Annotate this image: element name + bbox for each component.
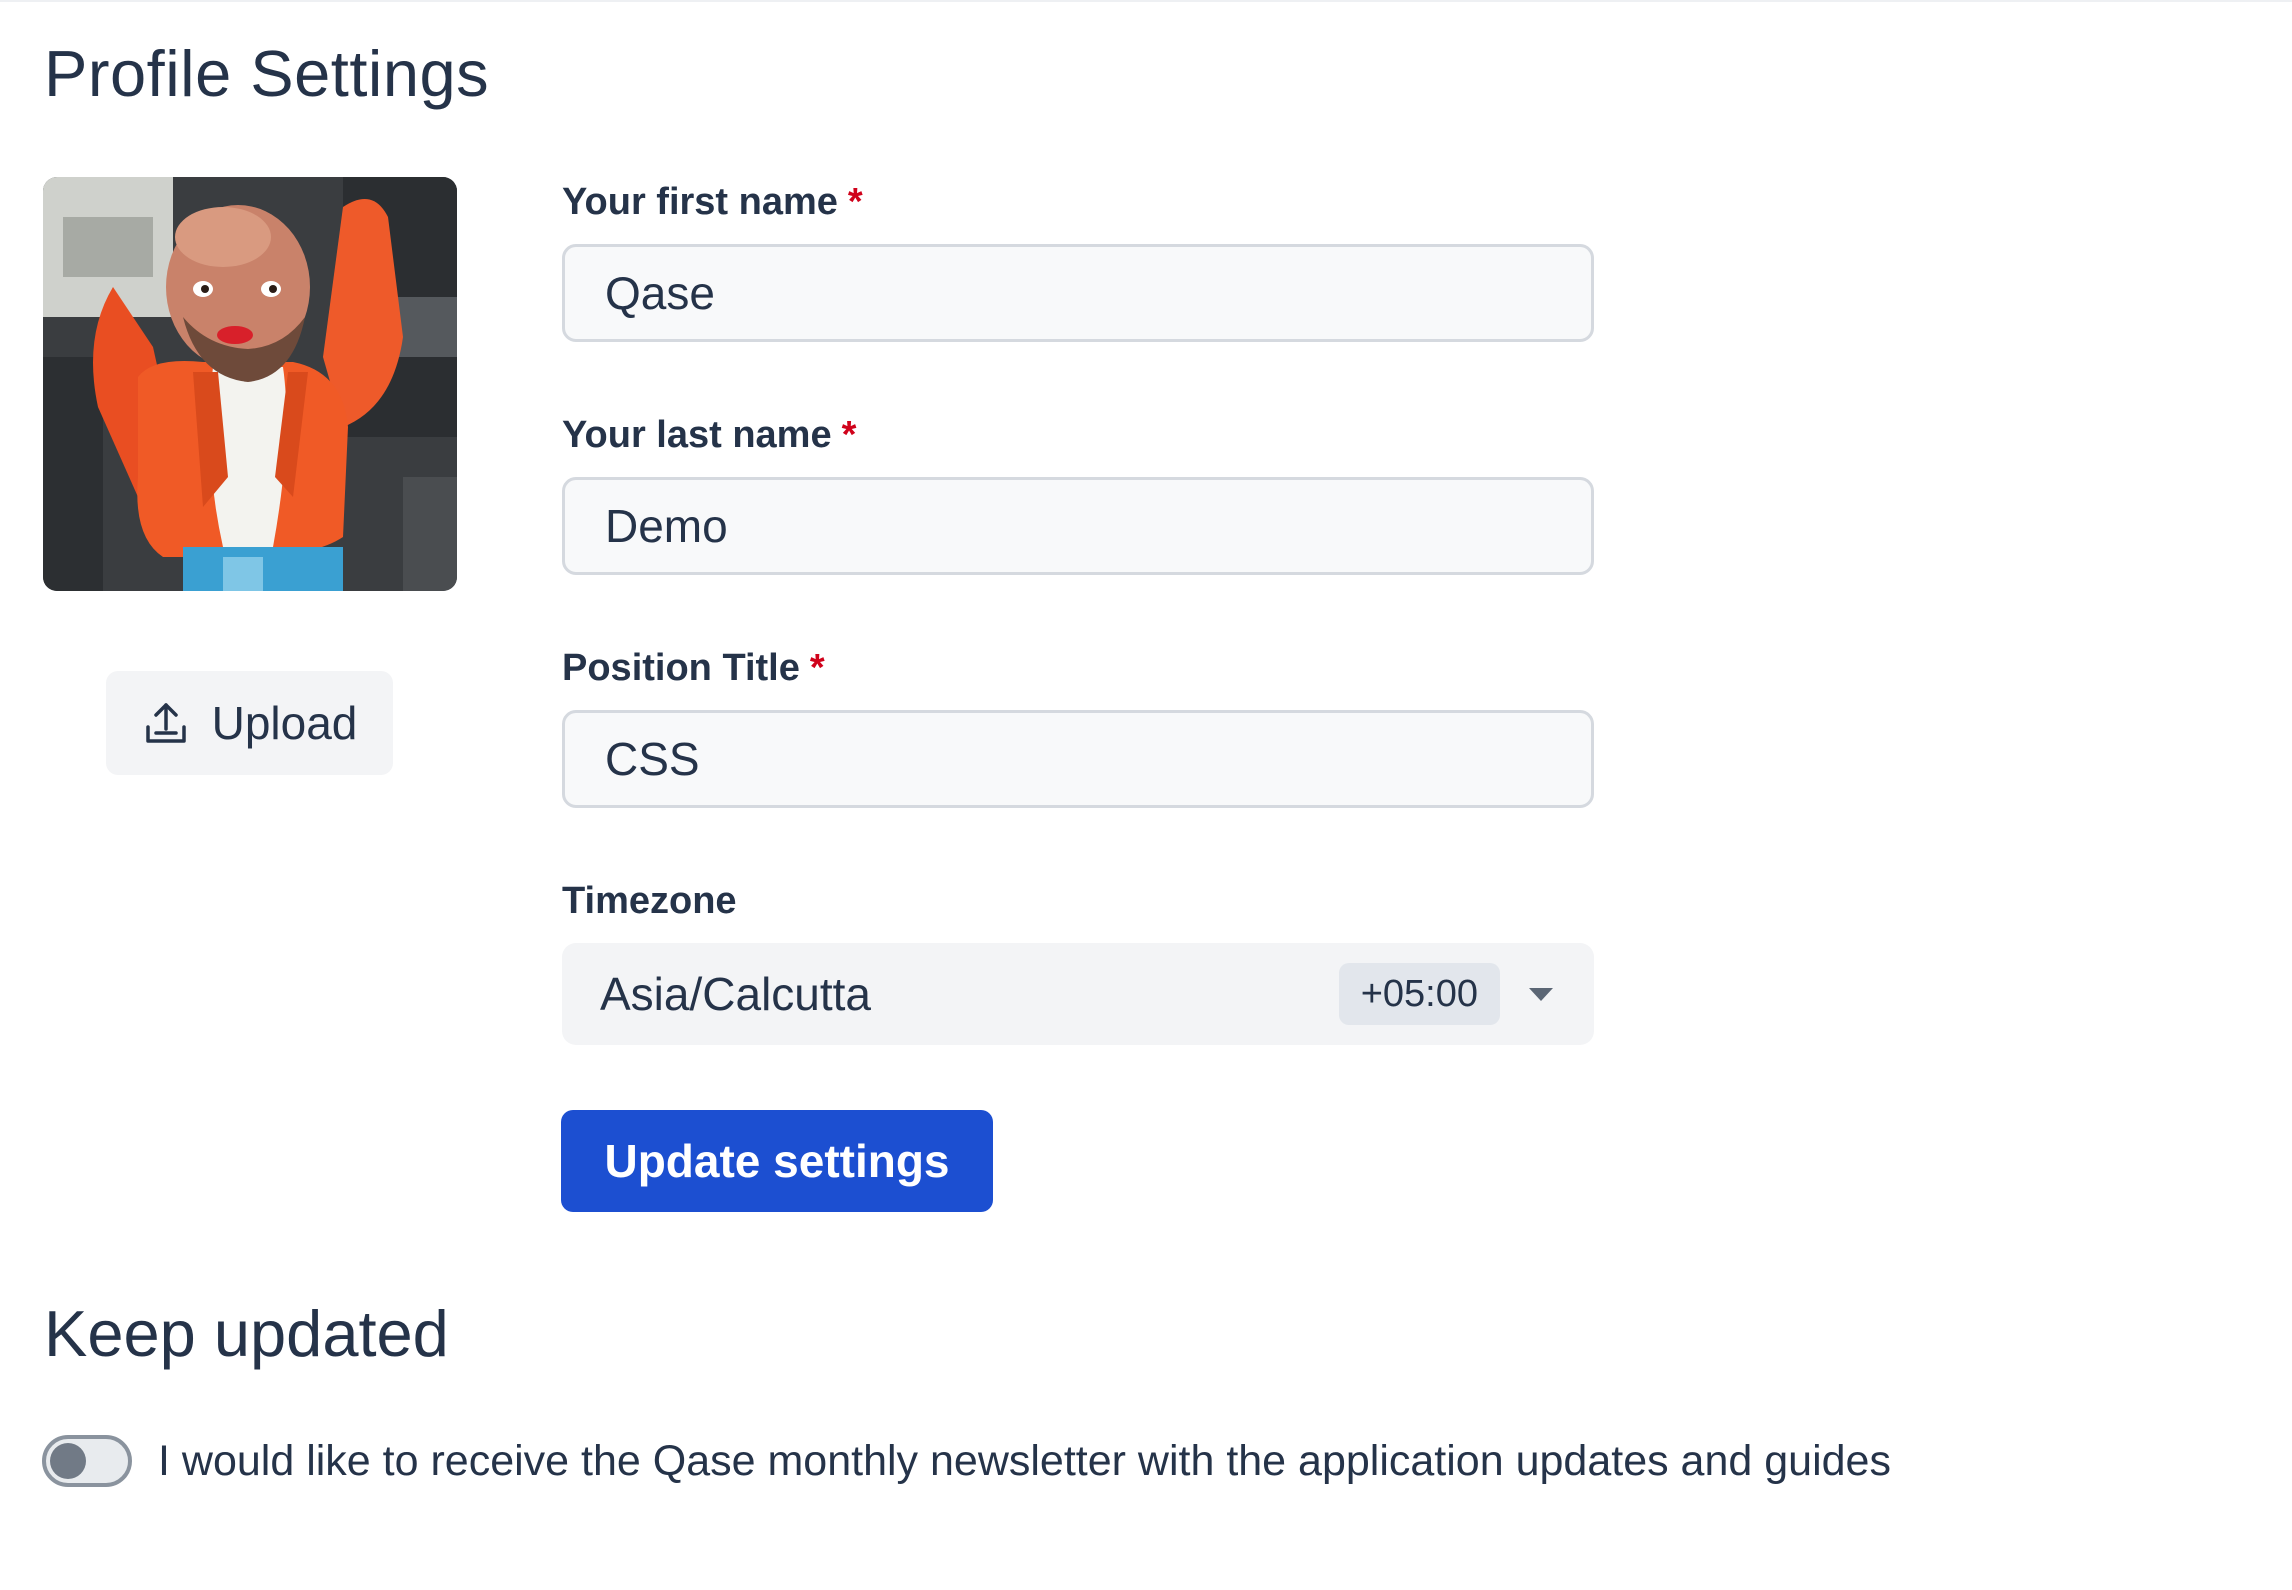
required-marker: *	[809, 647, 825, 689]
last-name-label: Your last name *	[562, 413, 856, 457]
upload-button-label: Upload	[211, 697, 358, 749]
profile-settings-page: Profile Settings Upload Your first name …	[0, 0, 2292, 1590]
last-name-label-text: Your last name	[562, 414, 832, 456]
newsletter-label: I would like to receive the Qase monthly…	[158, 1437, 1891, 1485]
last-name-input[interactable]	[562, 477, 1594, 575]
first-name-label: Your first name *	[562, 180, 863, 224]
required-marker: *	[847, 181, 863, 223]
position-title-input[interactable]	[562, 710, 1594, 808]
top-divider	[0, 0, 2292, 2]
upload-button[interactable]: Upload	[106, 671, 393, 775]
required-marker: *	[841, 414, 857, 456]
timezone-offset-badge: +05:00	[1338, 963, 1500, 1025]
first-name-input[interactable]	[562, 244, 1594, 342]
page-title: Profile Settings	[44, 37, 490, 110]
keep-updated-title: Keep updated	[44, 1297, 449, 1370]
timezone-label: Timezone	[562, 880, 737, 922]
first-name-label-text: Your first name	[562, 181, 838, 223]
avatar	[43, 177, 457, 591]
newsletter-toggle[interactable]	[42, 1435, 132, 1487]
chevron-down-icon	[1526, 984, 1556, 1004]
timezone-select[interactable]: Asia/Calcutta +05:00	[562, 943, 1594, 1045]
position-title-label-text: Position Title	[562, 647, 800, 689]
position-title-label: Position Title *	[562, 646, 825, 690]
upload-icon	[142, 699, 190, 747]
toggle-knob	[50, 1443, 86, 1479]
avatar-image	[43, 177, 457, 591]
update-settings-button[interactable]: Update settings	[561, 1110, 993, 1212]
timezone-value: Asia/Calcutta	[600, 968, 872, 1020]
